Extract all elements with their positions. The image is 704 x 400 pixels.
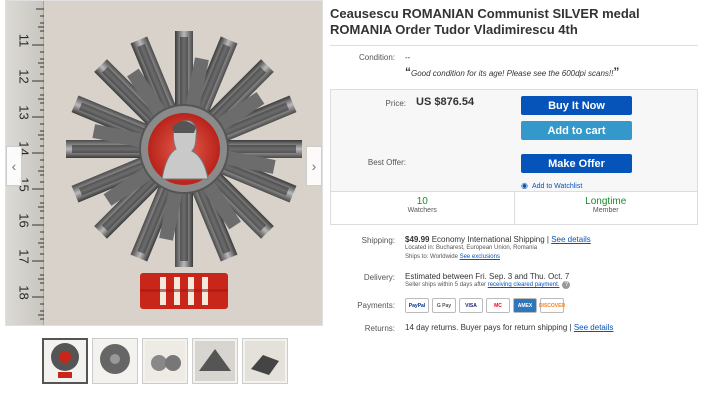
delivery-note: Seller ships within 5 days after bbox=[405, 282, 487, 288]
thumbnail-medal-image bbox=[145, 341, 185, 381]
condition-quote-row: “Good condition for its age! Please see … bbox=[330, 65, 698, 79]
paypal-icon: PayPal bbox=[405, 298, 429, 313]
buy-box: Price: US $876.54 Buy It Now Add to cart… bbox=[330, 89, 698, 225]
stat-watchers: 10 Watchers bbox=[331, 192, 514, 224]
condition-quote: “Good condition for its age! Please see … bbox=[405, 65, 698, 79]
see-exclusions-link[interactable]: See exclusions bbox=[460, 254, 500, 260]
thumbnail-3[interactable] bbox=[142, 338, 188, 384]
visa-icon: VISA bbox=[459, 298, 483, 313]
thumbnail-medal-image bbox=[245, 341, 285, 381]
returns-details-link[interactable]: See details bbox=[574, 323, 614, 332]
stat-number: 10 bbox=[416, 196, 428, 207]
mastercard-icon: MC bbox=[486, 298, 510, 313]
make-offer-button[interactable]: Make Offer bbox=[521, 154, 632, 173]
thumbnail-medal-image bbox=[51, 343, 79, 378]
shipping-label: Shipping: bbox=[361, 236, 395, 245]
eye-icon: ◉ bbox=[521, 181, 528, 190]
medal-illustration bbox=[66, 31, 302, 309]
chevron-right-icon[interactable]: › bbox=[306, 146, 322, 186]
price-value: US $876.54 bbox=[416, 96, 475, 108]
thumbnail-medal-image bbox=[195, 341, 235, 381]
payments-row: Payments: PayPal G Pay VISA MC AMEX DISC… bbox=[330, 298, 698, 313]
best-offer-label: Best Offer: bbox=[367, 158, 406, 167]
amex-icon: AMEX bbox=[513, 298, 537, 313]
payments-label: Payments: bbox=[357, 301, 395, 310]
buy-it-now-button[interactable]: Buy It Now bbox=[521, 96, 632, 115]
item-details: Ceausescu ROMANIAN Communist SILVER meda… bbox=[330, 6, 698, 333]
condition-quote-text: Good condition for its age! Please see t… bbox=[411, 69, 614, 78]
add-to-watchlist-link[interactable]: ◉ Add to Watchlist bbox=[521, 181, 582, 190]
cleared-payment-link[interactable]: receiving cleared payment. bbox=[488, 282, 560, 288]
delivery-label: Delivery: bbox=[363, 273, 395, 282]
condition-value: -- bbox=[405, 53, 411, 62]
image-gallery: 11 12 13 14 15 16 17 18 ‹ › bbox=[5, 0, 323, 400]
thumbnail-2[interactable] bbox=[92, 338, 138, 384]
seller-stats: 10 Watchers Longtime Member bbox=[331, 192, 697, 224]
divider bbox=[330, 45, 698, 46]
watchlist-label: Add to Watchlist bbox=[531, 183, 583, 190]
google-pay-icon: G Pay bbox=[432, 298, 456, 313]
returns-text: 14 day returns. Buyer pays for return sh… bbox=[405, 323, 572, 332]
add-to-cart-button[interactable]: Add to cart bbox=[521, 121, 632, 140]
ships-to: Ships to: Worldwide bbox=[405, 254, 458, 260]
stat-label: Watchers bbox=[407, 207, 437, 214]
thumbnail-strip bbox=[42, 338, 288, 384]
delivery-row: Delivery: Estimated between Fri. Sep. 3 … bbox=[330, 272, 698, 290]
item-location: Located in: Bucharest, European Union, R… bbox=[405, 245, 538, 251]
close-quote-icon: ” bbox=[613, 65, 620, 79]
discover-icon: DISCOVER bbox=[539, 298, 565, 313]
price-label: Price: bbox=[385, 99, 406, 108]
delivery-estimate: Estimated between Fri. Sep. 3 and Thu. O… bbox=[405, 272, 570, 281]
stat-number: Longtime bbox=[585, 196, 627, 207]
stat-member: Longtime Member bbox=[513, 192, 698, 224]
purchase-panel: Price: US $876.54 Buy It Now Add to cart… bbox=[331, 90, 697, 192]
thumbnail-1[interactable] bbox=[42, 338, 88, 384]
shipping-details-link[interactable]: See details bbox=[551, 235, 591, 244]
returns-label: Returns: bbox=[364, 324, 395, 333]
stat-label: Member bbox=[592, 207, 619, 214]
help-icon[interactable]: ? bbox=[562, 281, 571, 289]
thumbnail-4[interactable] bbox=[192, 338, 238, 384]
shipping-method: Economy International Shipping | bbox=[431, 235, 549, 244]
condition-row: Condition: -- bbox=[330, 53, 698, 62]
chevron-left-icon[interactable]: ‹ bbox=[6, 146, 22, 186]
returns-row: Returns: 14 day returns. Buyer pays for … bbox=[330, 323, 698, 333]
thumbnail-5[interactable] bbox=[242, 338, 288, 384]
shipping-row: Shipping: $49.99 Economy International S… bbox=[330, 235, 698, 262]
item-title: Ceausescu ROMANIAN Communist SILVER meda… bbox=[330, 6, 640, 37]
thumbnail-medal-image bbox=[100, 344, 130, 374]
shipping-cost: $49.99 bbox=[405, 235, 430, 244]
condition-label: Condition: bbox=[358, 53, 395, 62]
main-product-image[interactable]: 11 12 13 14 15 16 17 18 ‹ › bbox=[5, 0, 323, 326]
